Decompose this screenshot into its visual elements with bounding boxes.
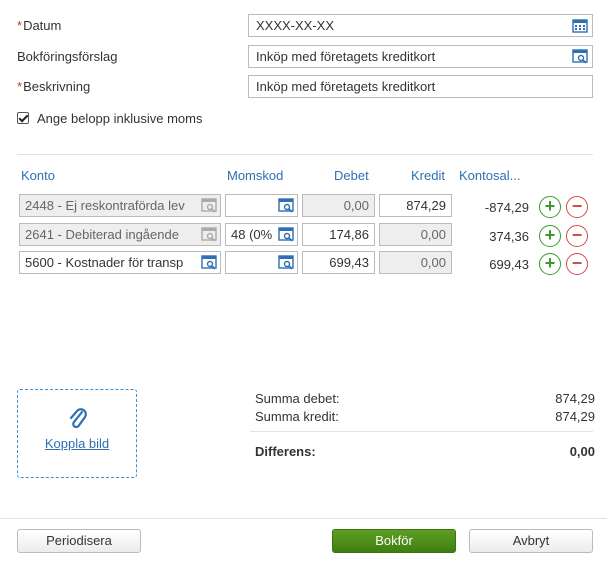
row2-kredit-field[interactable]: 0,00 xyxy=(379,223,452,246)
remove-row-button[interactable]: − xyxy=(566,196,588,218)
lookup-icon[interactable] xyxy=(201,255,217,270)
attach-image-link[interactable]: Koppla bild xyxy=(18,436,136,451)
differens-value: 0,00 xyxy=(569,444,595,459)
col-header-debet[interactable]: Debet xyxy=(334,168,369,183)
incl-vat-label: Ange belopp inklusive moms xyxy=(37,111,203,126)
row1-kontosaldo: -874,29 xyxy=(484,200,529,215)
bokforingsforslag-field[interactable]: Inköp med företagets kreditkort xyxy=(248,45,593,68)
footer-divider xyxy=(0,518,607,519)
datum-label: *Datum xyxy=(17,18,62,33)
periodisera-button[interactable]: Periodisera xyxy=(17,529,141,553)
row2-kontosaldo: 374,36 xyxy=(489,229,529,244)
add-row-button[interactable]: + xyxy=(539,253,561,275)
differens-label: Differens: xyxy=(255,444,316,459)
row1-momskod-field[interactable] xyxy=(225,194,298,217)
lookup-icon[interactable] xyxy=(278,255,294,270)
row3-konto-field[interactable]: 5600 - Kostnader för transp xyxy=(19,251,221,274)
col-header-momskod[interactable]: Momskod xyxy=(227,168,283,183)
col-header-kredit[interactable]: Kredit xyxy=(411,168,445,183)
row1-konto-field[interactable]: 2448 - Ej reskontraförda lev xyxy=(19,194,221,217)
row2-debet-field[interactable]: 174,86 xyxy=(302,223,375,246)
remove-row-button[interactable]: − xyxy=(566,225,588,247)
avbryt-button[interactable]: Avbryt xyxy=(469,529,593,553)
beskrivning-field[interactable]: Inköp med företagets kreditkort xyxy=(248,75,593,98)
bokfor-button[interactable]: Bokför xyxy=(332,529,456,553)
row1-kredit-field[interactable]: 874,29 xyxy=(379,194,452,217)
summa-debet-value: 874,29 xyxy=(555,391,595,406)
section-divider xyxy=(17,154,593,155)
col-header-kontosaldo[interactable]: Kontosal... xyxy=(459,168,520,183)
datum-field[interactable]: XXXX-XX-XX xyxy=(248,14,593,37)
row1-debet-field[interactable]: 0,00 xyxy=(302,194,375,217)
row3-kredit-field[interactable]: 0,00 xyxy=(379,251,452,274)
lookup-icon[interactable] xyxy=(201,198,217,213)
remove-row-button[interactable]: − xyxy=(566,253,588,275)
lookup-icon[interactable] xyxy=(201,227,217,242)
row3-debet-field[interactable]: 699,43 xyxy=(302,251,375,274)
incl-vat-checkbox[interactable] xyxy=(17,112,29,124)
lookup-icon[interactable] xyxy=(572,49,588,64)
forslag-label: Bokföringsförslag xyxy=(17,49,118,64)
row3-kontosaldo: 699,43 xyxy=(489,257,529,272)
col-header-konto[interactable]: Konto xyxy=(21,168,55,183)
add-row-button[interactable]: + xyxy=(539,196,561,218)
lookup-icon[interactable] xyxy=(278,227,294,242)
beskrivning-label: *Beskrivning xyxy=(17,79,91,94)
calendar-icon[interactable] xyxy=(572,18,588,33)
summa-kredit-label: Summa kredit: xyxy=(255,409,339,424)
lookup-icon[interactable] xyxy=(278,198,294,213)
add-row-button[interactable]: + xyxy=(539,225,561,247)
row2-konto-field[interactable]: 2641 - Debiterad ingående xyxy=(19,223,221,246)
summary-divider xyxy=(250,431,593,432)
paperclip-icon xyxy=(69,408,87,429)
summa-kredit-value: 874,29 xyxy=(555,409,595,424)
attach-image-dropzone[interactable]: Koppla bild xyxy=(17,389,137,478)
row3-momskod-field[interactable] xyxy=(225,251,298,274)
row2-momskod-field[interactable]: 48 (0% xyxy=(225,223,298,246)
summa-debet-label: Summa debet: xyxy=(255,391,340,406)
